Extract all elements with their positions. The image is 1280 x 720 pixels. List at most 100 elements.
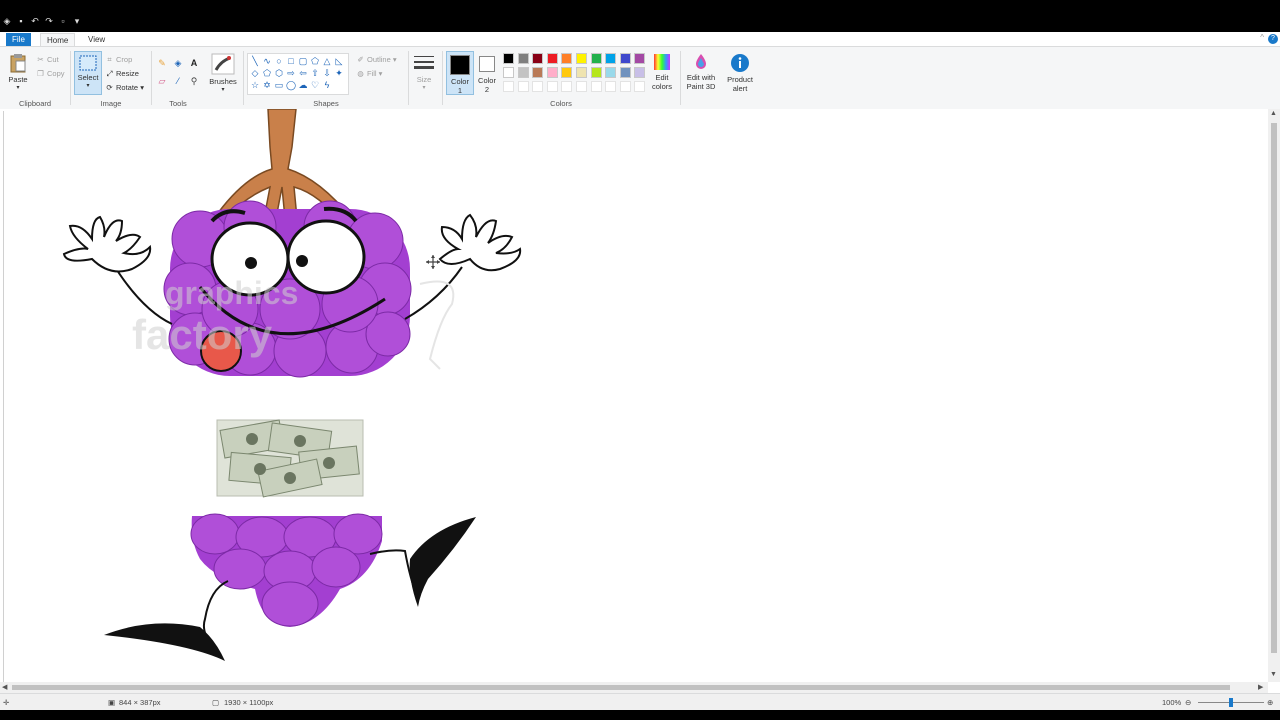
color1-button[interactable]: Color 1 — [446, 51, 474, 95]
vertical-scroll-thumb[interactable] — [1271, 123, 1277, 653]
custom-color-slot[interactable] — [532, 81, 544, 92]
left-arrow-shape-icon[interactable]: ⇦ — [298, 68, 308, 78]
palette-color-swatch[interactable] — [605, 67, 617, 78]
edit-colors-label: Edit colors — [651, 73, 672, 91]
collapse-ribbon-icon[interactable]: ^ — [1260, 33, 1264, 42]
palette-color-swatch[interactable] — [532, 53, 544, 64]
palette-color-swatch[interactable] — [605, 53, 617, 64]
triangle-shape-icon[interactable]: △ — [322, 56, 332, 66]
tab-view[interactable]: View — [82, 33, 111, 46]
custom-color-slot[interactable] — [576, 81, 587, 92]
polygon-shape-icon[interactable]: ⬠ — [310, 56, 320, 66]
palette-color-swatch[interactable] — [532, 67, 544, 78]
palette-color-swatch[interactable] — [517, 67, 529, 78]
resize-button[interactable]: ⤢ Resize — [105, 69, 139, 79]
oval-shape-icon[interactable]: ○ — [274, 56, 284, 66]
heart-shape-icon[interactable]: ♡ — [310, 80, 320, 90]
palette-color-swatch[interactable] — [590, 53, 602, 64]
save-icon[interactable]: ▪ — [16, 16, 26, 26]
tab-file[interactable]: File — [6, 33, 31, 46]
move-cursor-icon — [426, 255, 440, 269]
scroll-down-icon[interactable]: ▼ — [1270, 671, 1277, 678]
palette-color-swatch[interactable] — [561, 53, 573, 64]
palette-color-swatch[interactable] — [561, 67, 573, 78]
zoom-slider-thumb[interactable] — [1229, 698, 1233, 707]
scroll-right-icon[interactable]: ▶ — [1258, 683, 1263, 691]
palette-color-swatch[interactable] — [503, 53, 514, 64]
rotate-button[interactable]: ⟳ Rotate ▾ — [105, 83, 144, 92]
fill-bucket-icon[interactable]: ◈ — [172, 57, 184, 69]
size-button[interactable]: Size ▾ — [412, 53, 436, 93]
zoom-out-icon[interactable]: ⊖ — [1185, 698, 1191, 707]
up-arrow-shape-icon[interactable]: ⇧ — [310, 68, 320, 78]
lightning-shape-icon[interactable]: ϟ — [322, 80, 332, 90]
palette-color-swatch[interactable] — [546, 53, 558, 64]
help-icon[interactable]: ? — [1268, 34, 1278, 44]
select-button[interactable]: Select ▾ — [74, 51, 102, 95]
outline-dropdown[interactable]: ✐ Outline ▾ — [356, 55, 396, 64]
right-arrow-shape-icon[interactable]: ⇨ — [286, 68, 296, 78]
star4-shape-icon[interactable]: ✦ — [334, 68, 344, 78]
down-arrow-shape-icon[interactable]: ⇩ — [322, 68, 332, 78]
vertical-scrollbar[interactable]: ▲ ▼ — [1268, 109, 1280, 682]
palette-color-swatch[interactable] — [634, 67, 646, 78]
horizontal-scroll-thumb[interactable] — [12, 685, 1230, 690]
paste-button[interactable]: Paste ▾ — [6, 53, 30, 93]
custom-color-slot[interactable] — [619, 81, 631, 92]
color2-button[interactable]: Color 2 — [476, 51, 498, 94]
line-shape-icon[interactable]: ╲ — [250, 56, 260, 66]
undo-icon[interactable]: ↶ — [30, 16, 40, 26]
custom-color-slot[interactable] — [517, 81, 529, 92]
magnifier-icon[interactable]: ⚲ — [188, 75, 200, 87]
custom-color-slot[interactable] — [605, 81, 617, 92]
palette-color-swatch[interactable] — [634, 53, 646, 64]
palette-color-swatch[interactable] — [619, 67, 631, 78]
horizontal-scrollbar[interactable]: ◀ ▶ — [0, 682, 1268, 693]
rectangle-shape-icon[interactable]: □ — [286, 56, 296, 66]
color-picker-icon[interactable]: ⁄ — [172, 75, 184, 87]
pencil-icon[interactable]: ✎ — [156, 57, 168, 69]
palette-color-swatch[interactable] — [619, 53, 631, 64]
palette-color-swatch[interactable] — [517, 53, 529, 64]
palette-color-swatch[interactable] — [546, 67, 558, 78]
brushes-button[interactable]: Brushes ▾ — [207, 53, 239, 95]
product-alert-button[interactable]: Product alert — [722, 53, 758, 93]
custom-color-slot[interactable] — [503, 81, 514, 92]
edit-colors-button[interactable]: Edit colors — [648, 53, 676, 91]
redo-icon[interactable]: ↷ — [44, 16, 54, 26]
hexagon-shape-icon[interactable]: ⬡ — [274, 68, 284, 78]
scroll-left-icon[interactable]: ◀ — [2, 683, 7, 691]
custom-color-slot[interactable] — [546, 81, 558, 92]
rounded-rect-shape-icon[interactable]: ▢ — [298, 56, 308, 66]
star5-shape-icon[interactable]: ☆ — [250, 80, 260, 90]
cut-button[interactable]: ✂ Cut — [36, 55, 58, 64]
palette-color-swatch[interactable] — [503, 67, 514, 78]
new-icon[interactable]: ▫ — [58, 16, 68, 26]
diamond-shape-icon[interactable]: ◇ — [250, 68, 260, 78]
text-tool-icon[interactable]: A — [188, 57, 200, 69]
custom-color-slot[interactable] — [634, 81, 646, 92]
copy-icon: ❐ — [37, 69, 44, 78]
star6-shape-icon[interactable]: ✡ — [262, 80, 272, 90]
drawing-canvas[interactable]: graphics factory — [0, 108, 1270, 682]
callout-oval-shape-icon[interactable]: ◯ — [286, 80, 296, 90]
right-triangle-shape-icon[interactable]: ◺ — [334, 56, 344, 66]
customize-qat-icon[interactable]: ▾ — [72, 16, 82, 26]
callout-cloud-shape-icon[interactable]: ☁ — [298, 80, 308, 90]
tab-home[interactable]: Home — [40, 33, 76, 47]
palette-color-swatch[interactable] — [590, 67, 602, 78]
callout-rect-shape-icon[interactable]: ▭ — [274, 80, 284, 90]
custom-color-slot[interactable] — [590, 81, 602, 92]
palette-color-swatch[interactable] — [576, 53, 587, 64]
custom-color-slot[interactable] — [561, 81, 573, 92]
palette-color-swatch[interactable] — [576, 67, 587, 78]
paint3d-button[interactable]: Edit with Paint 3D — [682, 53, 720, 91]
crop-button[interactable]: ⌗ Crop — [105, 55, 132, 65]
fill-dropdown[interactable]: ◍ Fill ▾ — [356, 69, 382, 78]
zoom-in-icon[interactable]: ⊕ — [1267, 698, 1273, 707]
pentagon-shape-icon[interactable]: ⬠ — [262, 68, 272, 78]
eraser-icon[interactable]: ▱ — [156, 75, 168, 87]
curve-shape-icon[interactable]: ∿ — [262, 56, 272, 66]
copy-button[interactable]: ❐ Copy — [36, 69, 64, 78]
scroll-up-icon[interactable]: ▲ — [1270, 110, 1277, 117]
